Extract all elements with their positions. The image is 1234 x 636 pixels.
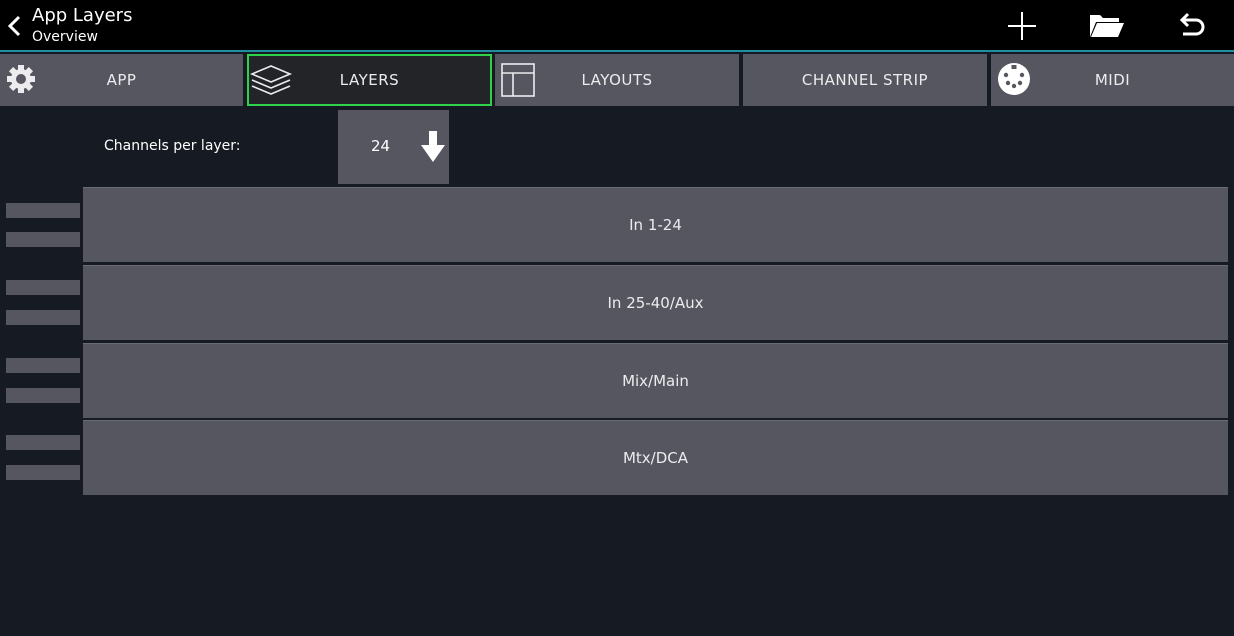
add-icon[interactable] <box>1004 8 1040 44</box>
tab-label: LAYERS <box>339 71 400 89</box>
drag-handle[interactable] <box>6 388 80 403</box>
channels-per-layer-label: Channels per layer: <box>104 138 241 154</box>
channels-per-layer-dropdown[interactable]: 24 <box>338 110 449 184</box>
drag-handle[interactable] <box>6 465 80 480</box>
tab-label: CHANNEL STRIP <box>801 71 929 89</box>
tab-label: LAYOUTS <box>581 71 653 89</box>
layer-button[interactable]: Mix/Main <box>83 343 1228 418</box>
tab-app[interactable]: APP <box>0 54 243 106</box>
arrow-down-icon <box>421 131 445 167</box>
folder-open-icon[interactable] <box>1088 8 1124 44</box>
back-chevron-icon[interactable] <box>4 12 26 40</box>
layer-button[interactable]: In 25-40/Aux <box>83 265 1228 340</box>
drag-handle[interactable] <box>6 203 80 218</box>
channels-per-layer-value: 24 <box>371 137 391 155</box>
tab-midi[interactable]: MIDI <box>991 54 1234 106</box>
drag-handle[interactable] <box>6 358 80 373</box>
drag-handle[interactable] <box>6 232 80 247</box>
layer-button[interactable]: In 1-24 <box>83 187 1228 262</box>
tab-label: MIDI <box>1094 71 1131 89</box>
layer-button[interactable]: Mtx/DCA <box>83 420 1228 495</box>
undo-icon[interactable] <box>1174 8 1210 44</box>
drag-handle[interactable] <box>6 280 80 295</box>
page-title: App Layers <box>32 5 133 26</box>
tab-channel-strip[interactable]: CHANNEL STRIP <box>743 54 987 106</box>
drag-handle[interactable] <box>6 435 80 450</box>
tab-layers[interactable]: LAYERS <box>247 54 492 106</box>
drag-handle[interactable] <box>6 310 80 325</box>
page-subtitle: Overview <box>32 29 98 45</box>
tab-layouts[interactable]: LAYOUTS <box>495 54 739 106</box>
tab-label: APP <box>106 71 137 89</box>
top-bar: App Layers Overview <box>0 0 1234 52</box>
